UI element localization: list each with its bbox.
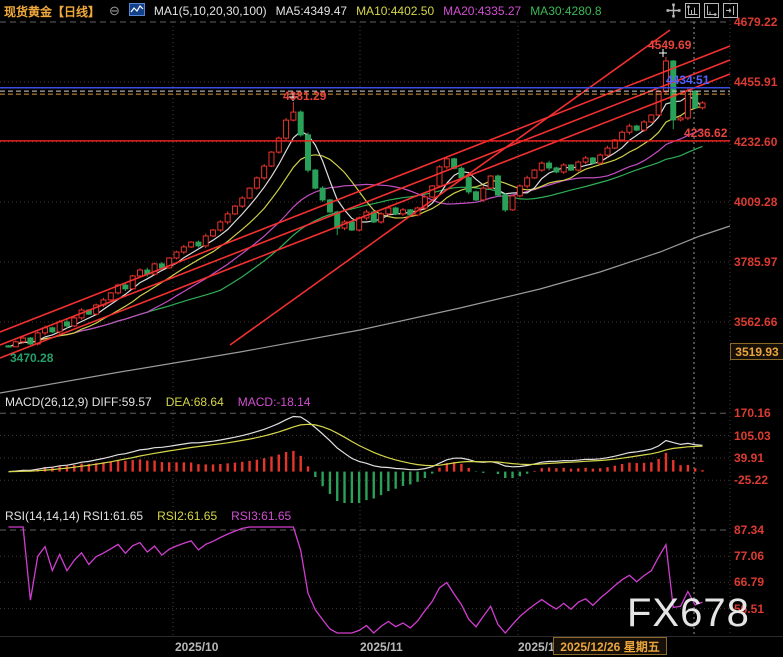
rsi3-value: RSI3:61.65 [231, 509, 291, 523]
y-axis-label: 4455.91 [734, 75, 777, 89]
ma30-value: MA30:4280.8 [530, 4, 601, 18]
y-axis-label: 4232.60 [734, 135, 777, 149]
ma10-value: MA10:4402.50 [356, 4, 434, 18]
ma20-value: MA20:4335.27 [443, 4, 521, 18]
crosshair-date-box: 2025/12/26 星期五 [553, 637, 667, 655]
jump-latest-icon[interactable] [723, 3, 738, 18]
macd-axis-label: 170.16 [734, 406, 771, 420]
rsi-header: RSI(14,14,14) RSI1:61.65 RSI2:61.65 RSI3… [5, 509, 291, 523]
crosshair-price-box: 3519.93 [730, 343, 783, 360]
y-axis-label: 4679.22 [734, 15, 777, 29]
chart-type-icon[interactable] [129, 3, 145, 19]
ma5-value: MA5:4349.47 [276, 4, 347, 18]
macd-axis-label: 105.03 [734, 429, 771, 443]
macd-params-diff: MACD(26,12,9) DIFF:59.57 [5, 395, 152, 409]
chart-toolbar [666, 3, 738, 18]
ma-settings-label: MA1(5,10,20,30,100) [154, 4, 267, 18]
y-axis-label: 3562.66 [734, 315, 777, 329]
fit-scale-icon[interactable] [685, 3, 700, 18]
x-axis-label-nov: 2025/11 [360, 640, 403, 654]
macd-dea-value: DEA:68.64 [166, 395, 224, 409]
watermark: FX678 [627, 591, 750, 636]
y-axis-label: 4009.28 [734, 195, 777, 209]
macd-value: MACD:-18.14 [238, 395, 311, 409]
rsi-axis-label: 66.79 [734, 575, 764, 589]
chart-canvas[interactable] [0, 0, 783, 657]
rsi-axis-label: 77.06 [734, 549, 764, 563]
macd-axis-label: -25.22 [734, 473, 768, 487]
chart-header: 现货黄金【日线】 ⊖ MA1(5,10,20,30,100) MA5:4349.… [4, 2, 602, 20]
instrument-title: 现货黄金【日线】 [4, 3, 100, 20]
rsi-axis-label: 87.34 [734, 523, 764, 537]
collapse-icon[interactable]: ⊖ [109, 5, 120, 17]
red-level-label: 4236.62 [684, 126, 727, 140]
peak-high-label: 4549.69 [648, 38, 691, 52]
rsi-params-rsi1: RSI(14,14,14) RSI1:61.65 [5, 509, 143, 523]
swing-high-label: 4381.29 [283, 89, 326, 103]
x-axis-label-dec: 2025/12 [518, 640, 554, 654]
macd-axis-label: 39.91 [734, 451, 764, 465]
x-axis-label-oct: 2025/10 [175, 640, 218, 654]
y-axis-label: 3785.97 [734, 255, 777, 269]
trading-terminal: { "header": { "title": "现货黄金【日线】", "coll… [0, 0, 783, 657]
scale-shift-icon[interactable] [704, 3, 719, 18]
pan-icon[interactable] [666, 3, 681, 18]
period-low-label: 3470.28 [10, 351, 53, 365]
blue-level-label: 4434.51 [666, 73, 709, 87]
macd-header: MACD(26,12,9) DIFF:59.57 DEA:68.64 MACD:… [5, 395, 310, 409]
rsi2-value: RSI2:61.65 [157, 509, 217, 523]
